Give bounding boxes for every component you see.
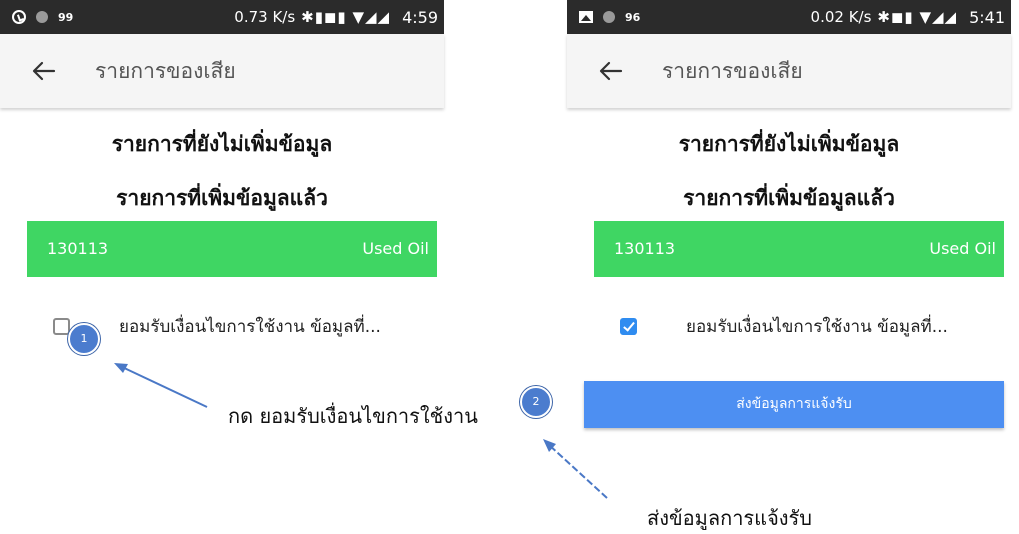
photo-icon — [579, 11, 593, 23]
page-title: รายการของเสีย — [95, 59, 236, 83]
status-time: 4:59 — [402, 7, 438, 27]
item-type: Used Oil — [362, 239, 429, 258]
step-1-caption: กด ยอมรับเงื่อนไขการใช้งาน — [228, 404, 478, 428]
back-arrow-icon[interactable] — [597, 57, 625, 85]
waste-item-row[interactable]: 130113 Used Oil — [594, 221, 1004, 277]
clock-icon — [12, 10, 26, 24]
item-code: 130113 — [614, 239, 676, 258]
notification-dot-icon — [603, 11, 615, 23]
status-time: 5:41 — [969, 7, 1005, 27]
page-title: รายการของเสีย — [662, 59, 803, 83]
waste-item-row[interactable]: 130113 Used Oil — [27, 221, 437, 277]
status-badge: 96 — [625, 10, 641, 24]
signal-icons: ✱▮◼▮ ▼◢◢ — [301, 8, 391, 26]
network-speed: 0.73 K/s — [234, 8, 296, 26]
notification-dot-icon — [36, 11, 48, 23]
step-2-caption: ส่งข้อมูลการแจ้งรับ — [647, 506, 812, 530]
tab-pending-items[interactable]: รายการที่ยังไม่เพิ่มข้อมูล — [0, 128, 444, 161]
app-bar: รายการของเสีย — [0, 34, 444, 108]
accept-terms-checkbox[interactable] — [620, 318, 637, 335]
accept-terms-checkbox[interactable] — [53, 318, 70, 335]
tab-completed-items[interactable]: รายการที่เพิ่มข้อมูลแล้ว — [0, 182, 444, 215]
status-badge: 99 — [58, 10, 74, 24]
terms-row: ยอมรับเงื่อนไขการใช้งาน ข้อมูลที่... — [567, 310, 1011, 344]
tab-pending-items[interactable]: รายการที่ยังไม่เพิ่มข้อมูล — [567, 128, 1011, 161]
network-speed: 0.02 K/s — [810, 8, 872, 26]
item-type: Used Oil — [929, 239, 996, 258]
terms-row: ยอมรับเงื่อนไขการใช้งาน ข้อมูลที่... — [0, 310, 444, 344]
tab-completed-items[interactable]: รายการที่เพิ่มข้อมูลแล้ว — [567, 182, 1011, 215]
phone-screen-after: 96 0.02 K/s ✱◼▮ ▼◢◢ 5:41 รายการของเสีย ร… — [567, 0, 1011, 530]
app-bar: รายการของเสีย — [567, 34, 1011, 108]
step-2-badge: 2 — [520, 386, 552, 418]
phone-screen-before: 99 0.73 K/s ✱▮◼▮ ▼◢◢ 4:59 รายการของเสีย … — [0, 0, 444, 530]
step-1-badge: 1 — [68, 323, 100, 355]
status-bar: 99 0.73 K/s ✱▮◼▮ ▼◢◢ 4:59 — [0, 0, 444, 34]
submit-button[interactable]: ส่งข้อมูลการแจ้งรับ — [584, 381, 1004, 428]
signal-icons: ✱◼▮ ▼◢◢ — [877, 8, 958, 26]
item-code: 130113 — [47, 239, 109, 258]
terms-label: ยอมรับเงื่อนไขการใช้งาน ข้อมูลที่... — [119, 317, 381, 337]
back-arrow-icon[interactable] — [30, 57, 58, 85]
terms-label: ยอมรับเงื่อนไขการใช้งาน ข้อมูลที่... — [686, 317, 948, 337]
status-bar: 96 0.02 K/s ✱◼▮ ▼◢◢ 5:41 — [567, 0, 1011, 34]
